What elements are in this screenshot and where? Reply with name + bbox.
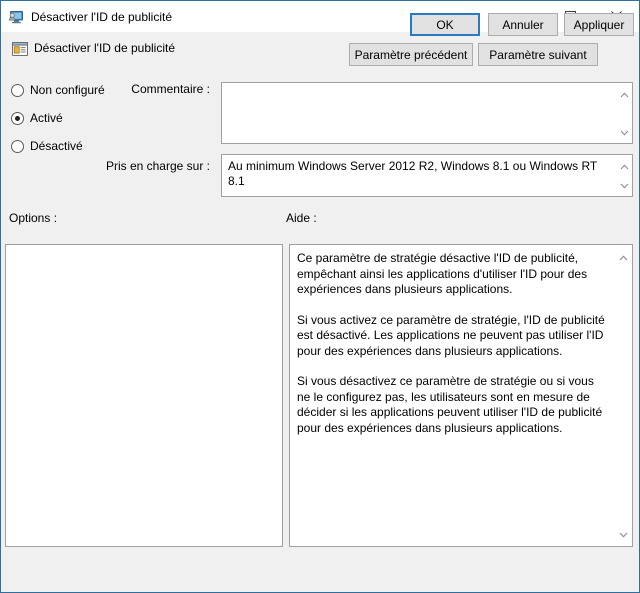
supported-on-value[interactable]: Au minimum Windows Server 2012 R2, Windo…	[222, 155, 615, 196]
supported-on-textarea[interactable]: Au minimum Windows Server 2012 R2, Windo…	[221, 154, 633, 197]
next-setting-button[interactable]: Paramètre suivant	[478, 43, 598, 66]
dialog-footer	[2, 552, 638, 592]
help-paragraph-3: Si vous désactivez ce paramètre de strat…	[297, 374, 603, 435]
chevron-down-icon[interactable]	[620, 176, 629, 194]
help-scrollbar[interactable]	[615, 245, 632, 546]
help-label: Aide :	[286, 211, 317, 225]
options-panel[interactable]	[5, 244, 283, 547]
chevron-up-icon[interactable]	[620, 85, 629, 103]
apply-button[interactable]: Appliquer	[564, 13, 634, 36]
state-and-metadata-area: Non configuré Activé Désactivé Commentai…	[2, 68, 638, 205]
comment-scrollbar[interactable]	[615, 83, 632, 143]
options-label: Options :	[9, 211, 58, 225]
radio-not-configured[interactable]: Non configuré	[11, 83, 105, 97]
supported-on-scrollbar[interactable]	[615, 155, 632, 196]
computer-policy-icon	[8, 9, 24, 25]
radio-indicator-selected	[11, 111, 24, 125]
radio-enabled[interactable]: Activé	[11, 111, 63, 125]
previous-setting-button[interactable]: Paramètre précédent	[349, 43, 473, 66]
radio-indicator	[11, 139, 24, 153]
supported-on-label: Pris en charge sur :	[105, 159, 210, 173]
help-text: Ce paramètre de stratégie désactive l'ID…	[290, 245, 615, 546]
comment-value[interactable]	[222, 83, 615, 143]
help-panel[interactable]: Ce paramètre de stratégie désactive l'ID…	[289, 244, 633, 547]
radio-disabled[interactable]: Désactivé	[11, 139, 83, 153]
comment-label: Commentaire :	[131, 82, 210, 96]
chevron-down-icon[interactable]	[620, 123, 629, 141]
radio-label: Activé	[30, 111, 63, 125]
radio-label: Non configuré	[30, 83, 105, 97]
policy-setting-icon	[11, 40, 29, 58]
chevron-down-icon[interactable]	[619, 525, 628, 543]
comment-textarea[interactable]	[221, 82, 633, 144]
radio-label: Désactivé	[30, 139, 83, 153]
setting-title: Désactiver l'ID de publicité	[34, 41, 176, 55]
help-paragraph-2: Si vous activez ce paramètre de stratégi…	[297, 312, 605, 358]
help-paragraph-1: Ce paramètre de stratégie désactive l'ID…	[297, 251, 588, 296]
cancel-button[interactable]: Annuler	[488, 13, 558, 36]
chevron-up-icon[interactable]	[619, 248, 628, 266]
group-policy-setting-dialog: Désactiver l'ID de publicité Désactiver …	[0, 0, 640, 593]
options-content	[6, 245, 282, 546]
radio-indicator	[11, 83, 24, 97]
ok-button[interactable]: OK	[410, 13, 480, 36]
chevron-up-icon[interactable]	[620, 157, 629, 175]
